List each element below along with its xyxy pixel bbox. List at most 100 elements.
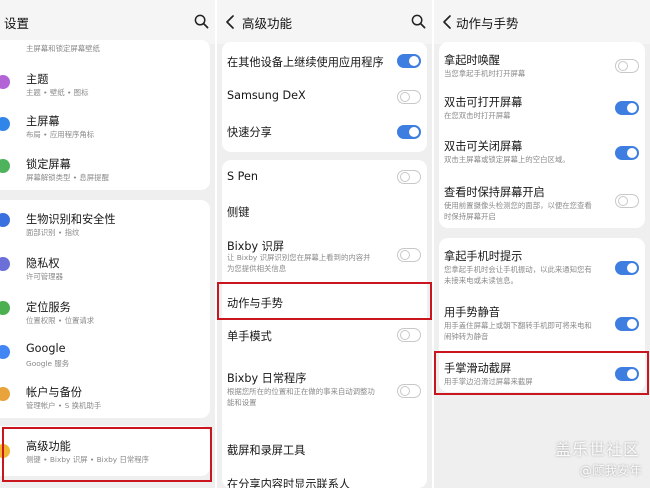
highlight-box-motions xyxy=(217,282,432,320)
item-sub: 在您双击时打开屏幕 xyxy=(444,111,511,120)
item-label: Bixby 日常程序 xyxy=(227,372,307,385)
location-icon xyxy=(0,301,10,315)
continue-apps-item[interactable]: 在其他设备上继续使用应用程序 xyxy=(222,42,427,80)
back-arrow-icon[interactable] xyxy=(224,13,238,31)
settings-item-label: 定位服务 xyxy=(26,301,71,314)
toggle-switch[interactable] xyxy=(397,54,421,68)
privacy-icon xyxy=(0,257,10,271)
settings-item-sub: Google 服务 xyxy=(26,359,70,368)
toggle-switch[interactable] xyxy=(397,170,421,184)
screenshot-tools-item[interactable]: 截屏和录屏工具 xyxy=(222,430,427,468)
watermark-community: 盖乐世社区 xyxy=(554,440,640,459)
advanced-header: 高级功能 xyxy=(217,0,432,44)
mute-gestures-item[interactable]: 用手势静音 用手盖住屏幕上或朝下翻转手机即可将来电和闹钟转为静音 xyxy=(439,294,645,350)
item-sub: 用手盖住屏幕上或朝下翻转手机即可将来电和闹钟转为静音 xyxy=(444,321,592,341)
item-sub: 当您拿起手机时打开屏幕 xyxy=(444,69,526,78)
settings-card-security: 生物识别和安全性 面部识别 • 指纹 隐私权 许可管理器 定位服务 位置权限 •… xyxy=(0,200,210,418)
page-title: 动作与手势 xyxy=(456,16,519,31)
item-sub: 使用前置摄像头检测您的面部，以便在您查看时保持屏幕开启 xyxy=(444,201,592,221)
motions-header: 动作与手势 xyxy=(434,0,650,44)
motions-gestures-panel: 动作与手势 拿起时唤醒 当您拿起手机时打开屏幕 双击可打开屏幕 在您双击时打开屏… xyxy=(434,0,650,488)
double-tap-off-item[interactable]: 双击可关闭屏幕 双击主屏幕或锁定屏幕上的空白区域。 xyxy=(439,128,645,176)
item-label: 截屏和录屏工具 xyxy=(227,444,306,457)
watermark-user: @顾我安年 xyxy=(579,463,642,478)
toggle-switch[interactable] xyxy=(615,261,639,275)
settings-panel: 设置 主屏幕和锁定屏幕壁纸 主题 主题 • 壁纸 • 图标 主屏幕 布局 • 应… xyxy=(0,0,215,488)
settings-item-lock-screen[interactable]: 锁定屏幕 屏幕解锁类型 • 息屏提醒 xyxy=(0,146,210,190)
settings-item-privacy[interactable]: 隐私权 许可管理器 xyxy=(0,244,210,288)
toggle-switch[interactable] xyxy=(397,125,421,139)
search-icon[interactable] xyxy=(194,14,209,29)
search-icon[interactable] xyxy=(411,14,426,29)
item-label: 在分享内容时显示联系人 xyxy=(227,478,351,488)
wallpaper-item-partial[interactable]: 主屏幕和锁定屏幕壁纸 xyxy=(0,40,210,62)
toggle-switch[interactable] xyxy=(397,90,421,104)
settings-item-google[interactable]: Google Google 服务 xyxy=(0,332,210,374)
advanced-features-panel: 高级功能 在其他设备上继续使用应用程序 Samsung DeX 快速分享 S P… xyxy=(217,0,432,488)
share-contacts-item[interactable]: 在分享内容时显示联系人 xyxy=(222,470,427,488)
item-sub: 您拿起手机时会让手机振动，以此来通知您有未接来电或未读信息。 xyxy=(444,265,592,285)
settings-item-sub: 管理帐户 • S 换机助手 xyxy=(26,401,102,410)
lock-icon xyxy=(0,159,10,173)
item-label: S Pen xyxy=(227,170,258,183)
lift-to-wake-item[interactable]: 拿起时唤醒 当您拿起手机时打开屏幕 xyxy=(439,42,645,84)
bixby-vision-item[interactable]: Bixby 识屏 让 Bixby 识屏识别您在屏幕上看到的内容并为您提供相关信息 xyxy=(222,228,427,284)
settings-item-label: 锁定屏幕 xyxy=(26,158,71,171)
settings-item-label: 隐私权 xyxy=(26,257,60,270)
toggle-switch[interactable] xyxy=(615,59,639,73)
toggle-switch[interactable] xyxy=(615,101,639,115)
toggle-switch[interactable] xyxy=(397,248,421,262)
settings-item-sub: 许可管理器 xyxy=(26,272,63,281)
home-screen-icon xyxy=(0,117,10,131)
settings-header: 设置 xyxy=(0,0,215,44)
s-pen-item[interactable]: S Pen xyxy=(222,160,427,194)
wallpaper-sub: 主屏幕和锁定屏幕壁纸 xyxy=(26,44,100,53)
quick-share-item[interactable]: 快速分享 xyxy=(222,114,427,152)
item-label: 用手势静音 xyxy=(444,306,500,319)
theme-icon xyxy=(0,75,10,89)
settings-card-display: 主屏幕和锁定屏幕壁纸 主题 主题 • 壁纸 • 图标 主屏幕 布局 • 应用程序… xyxy=(0,40,210,190)
settings-item-theme[interactable]: 主题 主题 • 壁纸 • 图标 xyxy=(0,62,210,104)
item-label: 双击可关闭屏幕 xyxy=(444,140,523,153)
item-label: 在其他设备上继续使用应用程序 xyxy=(227,56,384,69)
item-label: 快速分享 xyxy=(227,126,272,139)
double-tap-on-item[interactable]: 双击可打开屏幕 在您双击时打开屏幕 xyxy=(439,84,645,128)
settings-item-label: 生物识别和安全性 xyxy=(26,213,116,226)
settings-item-biometrics[interactable]: 生物识别和安全性 面部识别 • 指纹 xyxy=(0,200,210,244)
smart-alert-item[interactable]: 拿起手机时提示 您拿起手机时会让手机振动，以此来通知您有未接来电或未读信息。 xyxy=(439,238,645,294)
toggle-switch[interactable] xyxy=(397,328,421,342)
item-label: 拿起时唤醒 xyxy=(444,54,500,67)
one-hand-mode-item[interactable]: 单手模式 xyxy=(222,320,427,354)
settings-item-sub: 布局 • 应用程序角标 xyxy=(26,130,95,139)
toggle-switch[interactable] xyxy=(615,146,639,160)
toggle-switch[interactable] xyxy=(615,317,639,331)
highlight-box-advanced xyxy=(2,427,212,482)
side-key-item[interactable]: 侧键 xyxy=(222,194,427,228)
item-label: Samsung DeX xyxy=(227,89,306,102)
toggle-switch[interactable] xyxy=(615,194,639,208)
settings-item-label: 帐户与备份 xyxy=(26,386,82,399)
settings-item-home-screen[interactable]: 主屏幕 布局 • 应用程序角标 xyxy=(0,104,210,146)
settings-item-sub: 屏幕解锁类型 • 息屏提醒 xyxy=(26,173,109,182)
item-sub: 双击主屏幕或锁定屏幕上的空白区域。 xyxy=(444,155,570,164)
highlight-box-palm-swipe xyxy=(434,351,649,395)
item-label: 查看时保持屏幕开启 xyxy=(444,186,545,199)
motions-card-1: 拿起时唤醒 当您拿起手机时打开屏幕 双击可打开屏幕 在您双击时打开屏幕 双击可关… xyxy=(439,42,645,228)
settings-item-label: 主屏幕 xyxy=(26,115,60,128)
settings-item-sub: 面部识别 • 指纹 xyxy=(26,228,80,237)
item-sub: 根据您所在的位置和正在做的事来自动调整功能和设置 xyxy=(227,387,375,407)
item-label: 拿起手机时提示 xyxy=(444,250,523,263)
shield-icon xyxy=(0,213,10,227)
settings-item-label: 主题 xyxy=(26,73,49,86)
toggle-switch[interactable] xyxy=(397,384,421,398)
settings-item-label: Google xyxy=(26,342,66,355)
bixby-routines-item[interactable]: Bixby 日常程序 根据您所在的位置和正在做的事来自动调整功能和设置 xyxy=(222,354,427,430)
back-arrow-icon[interactable] xyxy=(441,13,455,31)
page-title: 高级功能 xyxy=(242,16,293,31)
settings-item-location[interactable]: 定位服务 位置权限 • 位置请求 xyxy=(0,288,210,332)
item-label: 单手模式 xyxy=(227,330,272,343)
smart-stay-item[interactable]: 查看时保持屏幕开启 使用前置摄像头检测您的面部，以便在您查看时保持屏幕开启 xyxy=(439,176,645,228)
account-icon xyxy=(0,387,10,401)
settings-item-accounts[interactable]: 帐户与备份 管理帐户 • S 换机助手 xyxy=(0,374,210,418)
samsung-dex-item[interactable]: Samsung DeX xyxy=(222,80,427,114)
